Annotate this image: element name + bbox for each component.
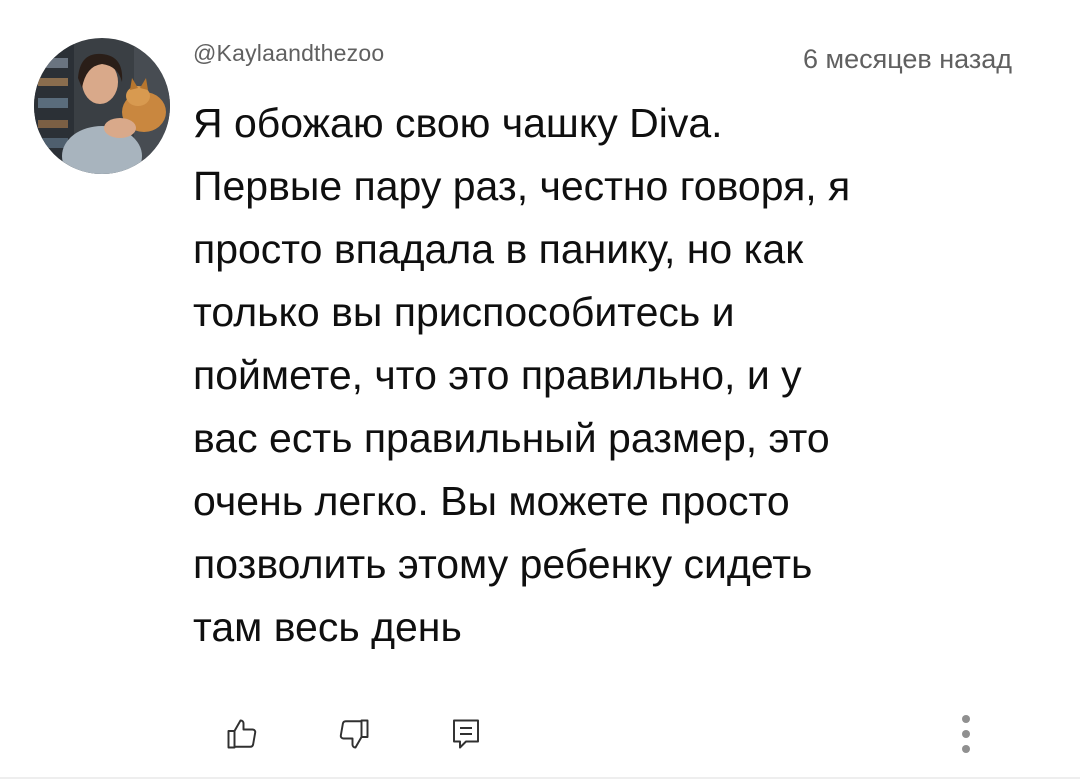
avatar[interactable] — [34, 38, 170, 174]
comment-card: @Kaylaandthezoo 6 месяцев назад Я обожаю… — [0, 0, 1080, 779]
thumbs-down-icon — [339, 719, 369, 749]
comment-text: Я обожаю свою чашку Diva. Первые пару ра… — [193, 100, 851, 650]
dislike-button[interactable] — [330, 710, 378, 758]
avatar-photo — [34, 38, 170, 174]
more-options-button[interactable] — [944, 710, 988, 758]
comment-timestamp[interactable]: 6 месяцев назад — [803, 44, 1012, 75]
thumbs-up-icon — [227, 719, 257, 749]
more-vertical-icon — [962, 715, 970, 753]
comment-author[interactable]: @Kaylaandthezoo — [193, 40, 384, 67]
reply-button[interactable] — [442, 710, 490, 758]
reply-comment-icon — [453, 719, 479, 749]
like-button[interactable] — [218, 710, 266, 758]
comment-actions — [0, 710, 1080, 766]
